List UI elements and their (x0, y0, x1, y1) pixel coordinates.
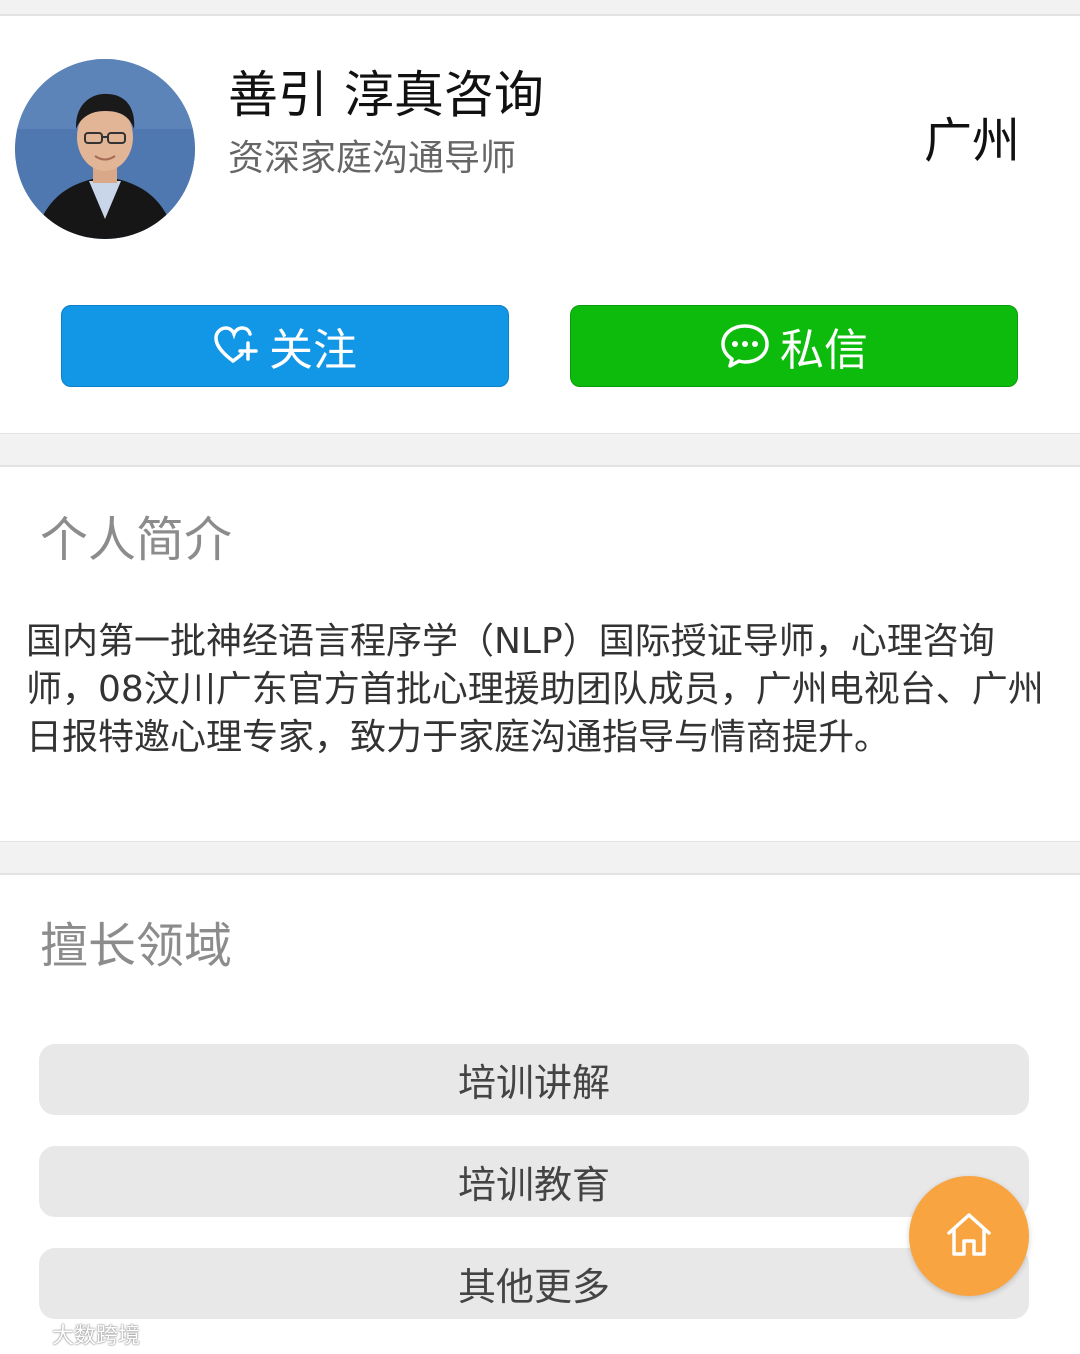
home-icon (943, 1208, 995, 1264)
profile-title: 资深家庭沟通导师 (228, 138, 517, 179)
expertise-heading: 擅长领域 (40, 918, 233, 974)
profile-location: 广州 (924, 113, 1021, 169)
expertise-tag[interactable]: 培训讲解 (39, 1044, 1029, 1115)
expertise-more-tag[interactable]: 其他更多 (39, 1248, 1029, 1319)
home-button[interactable] (909, 1176, 1029, 1296)
profile-page: 善引 淳真咨询 资深家庭沟通导师 广州 关注 私信 个人简介 国内第一批神经语言… (0, 0, 1080, 1354)
watermark: 大数跨境 (8, 1318, 140, 1350)
section-divider (0, 841, 1080, 875)
watermark-text: 大数跨境 (52, 1324, 141, 1349)
chat-bubble-icon (720, 323, 770, 369)
section-divider (0, 433, 1080, 467)
avatar[interactable] (15, 59, 195, 239)
profile-name: 善引 淳真咨询 (228, 66, 544, 124)
message-button[interactable]: 私信 (570, 305, 1018, 387)
top-divider (0, 0, 1080, 16)
message-label: 私信 (780, 325, 868, 376)
follow-label: 关注 (269, 325, 357, 376)
intro-heading: 个人简介 (40, 512, 233, 568)
watermark-logo-icon (10, 1325, 50, 1342)
expertise-tag[interactable]: 培训教育 (39, 1146, 1029, 1217)
intro-text: 国内第一批神经语言程序学（NLP）国际授证导师，心理咨询师，08汶川广东官方首批… (26, 621, 1044, 758)
follow-button[interactable]: 关注 (61, 305, 509, 387)
heart-plus-icon (213, 326, 259, 366)
avatar-photo (15, 59, 195, 239)
